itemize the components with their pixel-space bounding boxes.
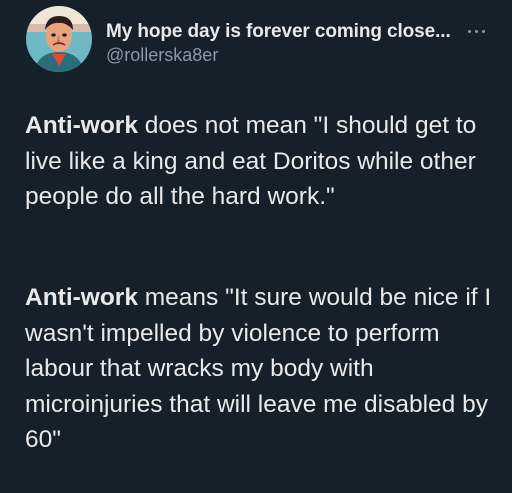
- avatar[interactable]: [26, 6, 92, 72]
- bold-term: Anti-work: [25, 284, 138, 311]
- tweet-paragraph-1: Anti-work does not mean "I should get to…: [25, 108, 495, 215]
- display-name[interactable]: My hope day is forever coming close...: [106, 21, 451, 43]
- tweet: My hope day is forever coming close... @…: [0, 0, 512, 493]
- handle[interactable]: @rollerska8er: [106, 45, 218, 66]
- avatar-portrait-icon: [26, 6, 92, 72]
- tweet-paragraph-2: Anti-work means "It sure would be nice i…: [25, 280, 495, 458]
- bold-term: Anti-work: [25, 112, 138, 139]
- more-horizontal-icon[interactable]: [466, 25, 488, 37]
